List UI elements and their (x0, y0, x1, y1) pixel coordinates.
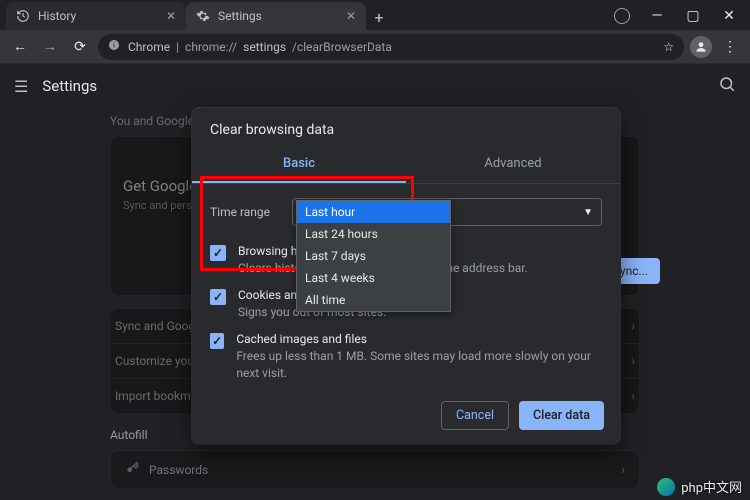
time-option-last-4-weeks[interactable]: Last 4 weeks (297, 267, 450, 289)
watermark-text: php中文网 (681, 477, 742, 496)
hamburger-icon[interactable]: ☰ (14, 77, 28, 96)
tab-label: Settings (218, 9, 262, 23)
site-info-icon[interactable] (108, 39, 122, 54)
time-option-last-7-days[interactable]: Last 7 days (297, 245, 450, 267)
url-path-rest: /clearBrowserData (292, 40, 392, 54)
minimize-button[interactable]: — (640, 4, 674, 28)
clear-data-button[interactable]: Clear data (519, 401, 604, 430)
time-range-dropdown[interactable]: Last hour Last 24 hours Last 7 days Last… (296, 200, 451, 312)
bookmark-star-icon[interactable]: ☆ (663, 40, 674, 54)
time-option-last-24-hours[interactable]: Last 24 hours (297, 223, 450, 245)
checkbox-checked-icon[interactable]: ✓ (210, 245, 226, 261)
browser-toolbar: ← → ⟳ Chrome | chrome:// settings/clearBr… (0, 30, 750, 64)
row-label: Passwords (149, 463, 208, 477)
new-tab-button[interactable]: + (366, 4, 392, 30)
back-button[interactable]: ← (8, 35, 32, 59)
checkbox-checked-icon[interactable]: ✓ (210, 289, 226, 305)
chevron-right-icon: › (621, 463, 625, 477)
chevron-down-icon: ▼ (583, 207, 593, 218)
time-option-last-hour[interactable]: Last hour (297, 201, 450, 223)
checkbox-row-cache[interactable]: ✓ Cached images and files Frees up less … (210, 326, 602, 386)
time-range-label: Time range (210, 205, 280, 219)
time-option-all-time[interactable]: All time (297, 289, 450, 311)
cancel-button[interactable]: Cancel (441, 401, 509, 430)
url-separator: | (176, 40, 179, 54)
chevron-right-icon: › (631, 389, 635, 403)
tab-history[interactable]: History ✕ (6, 2, 186, 30)
search-icon[interactable] (718, 75, 736, 97)
reload-button[interactable]: ⟳ (68, 35, 92, 59)
tab-settings[interactable]: Settings ✕ (186, 2, 366, 30)
settings-header: ☰ Settings (0, 64, 750, 108)
watermark: php中文网 (657, 477, 742, 496)
checkbox-subtitle: Frees up less than 1 MB. Some sites may … (236, 348, 602, 380)
kebab-menu-icon[interactable]: ⋮ (718, 35, 742, 59)
tab-label: History (38, 9, 76, 23)
tab-advanced[interactable]: Advanced (406, 146, 620, 183)
profile-avatar[interactable] (690, 36, 712, 58)
forward-button[interactable]: → (38, 35, 62, 59)
checkbox-title: Cached images and files (236, 332, 602, 346)
chevron-right-icon: › (631, 354, 635, 368)
extension-indicator (614, 8, 630, 24)
row-passwords[interactable]: Passwords › (110, 450, 640, 489)
gear-icon (196, 9, 210, 23)
watermark-logo-icon (657, 478, 675, 496)
url-path: settings (243, 40, 286, 54)
checkbox-checked-icon[interactable]: ✓ (210, 333, 224, 349)
tab-basic[interactable]: Basic (192, 146, 406, 183)
url-scheme: chrome:// (185, 40, 237, 54)
close-icon[interactable]: ✕ (346, 9, 356, 23)
page-title: Settings (42, 77, 97, 95)
chevron-right-icon: › (631, 319, 635, 333)
close-button[interactable]: ✕ (712, 4, 746, 28)
maximize-button[interactable]: ▢ (676, 4, 710, 28)
key-icon (125, 461, 139, 478)
url-origin: Chrome (128, 40, 170, 54)
close-icon[interactable]: ✕ (166, 9, 176, 23)
omnibox[interactable]: Chrome | chrome:// settings/clearBrowserD… (98, 34, 684, 60)
dialog-title: Clear browsing data (192, 108, 620, 146)
history-icon (16, 9, 30, 23)
